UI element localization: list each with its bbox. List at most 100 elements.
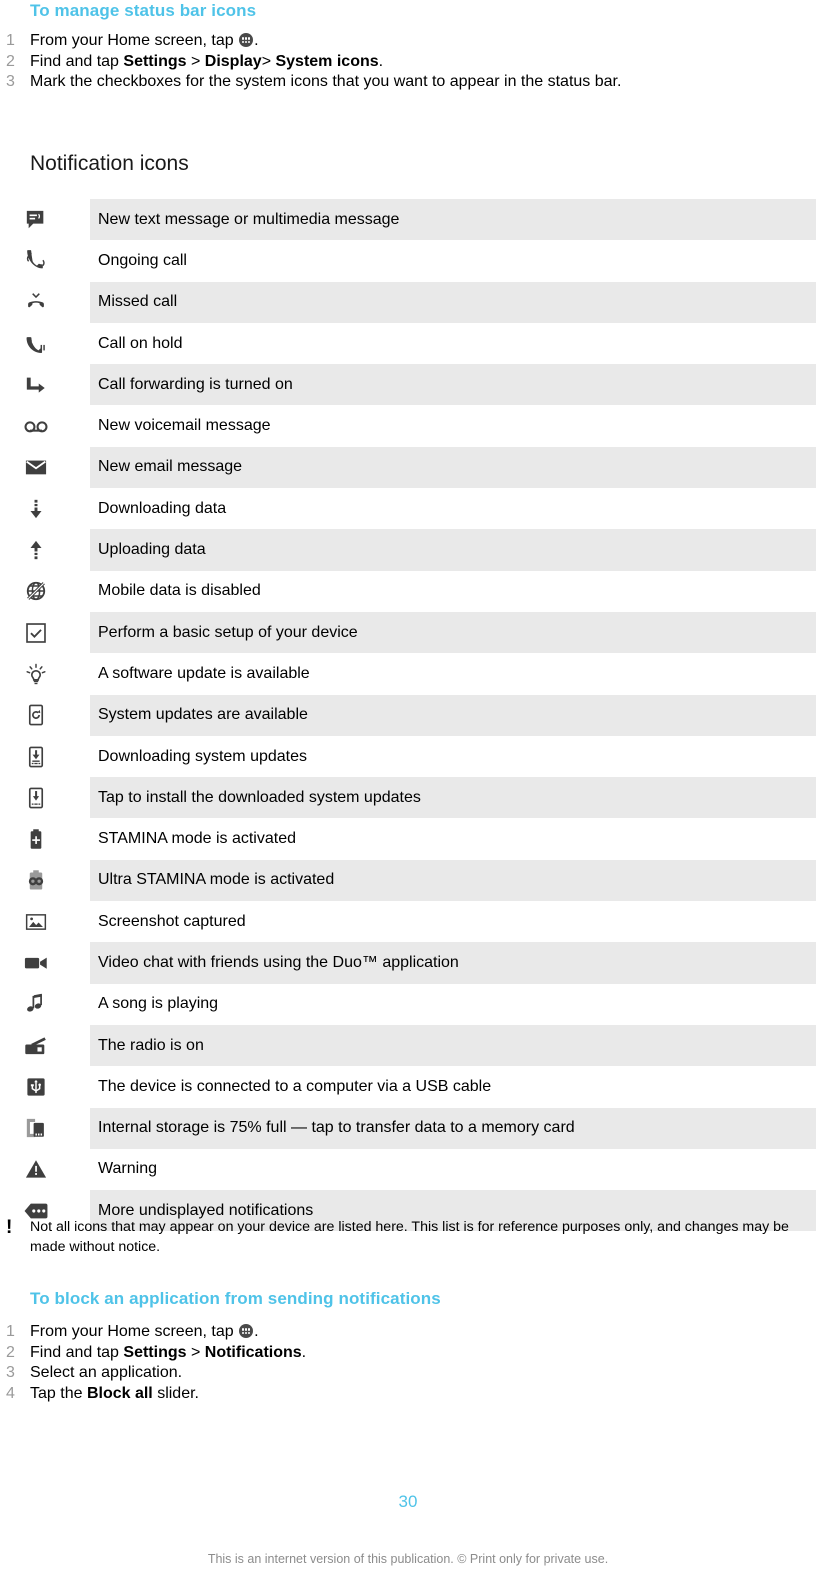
icon-description: Perform a basic setup of your device (98, 623, 358, 641)
call-forwarding-icon (0, 374, 90, 396)
table-row: New text message or multimedia message (0, 199, 816, 241)
upload-arrow-icon (0, 539, 90, 561)
call-on-hold-icon (0, 333, 90, 355)
step-emphasis: Settings (123, 52, 187, 70)
app-drawer-icon (239, 33, 254, 47)
notification-icons-table: New text message or multimedia message On… (0, 199, 816, 1232)
icon-description: Ongoing call (98, 251, 187, 269)
step-emphasis: Settings (123, 1343, 187, 1361)
table-row: Screenshot captured (0, 901, 816, 942)
icon-description: Screenshot captured (98, 912, 246, 930)
step-emphasis: Block all (86, 1384, 153, 1402)
step-emphasis: System icons (275, 52, 379, 70)
table-row: Warning (0, 1149, 816, 1190)
step-number: 2 (6, 1343, 15, 1361)
step-text: Mark the checkboxes for the system icons… (30, 73, 622, 90)
icon-description: Warning (98, 1160, 157, 1178)
table-row: New voicemail message (0, 405, 816, 446)
table-row: The device is connected to a computer vi… (0, 1066, 816, 1107)
page-number: 30 (398, 1492, 418, 1511)
screenshot-image-icon (0, 911, 90, 933)
lightbulb-update-icon (0, 663, 90, 685)
procedure-step: 1 From your Home screen, tap . (0, 31, 780, 52)
icon-description: More undisplayed notifications (98, 1201, 314, 1219)
internal-storage-icon (0, 1117, 90, 1139)
music-note-icon (0, 993, 90, 1015)
table-row: Ongoing call (0, 240, 816, 281)
table-row: Downloading data (0, 488, 816, 529)
icon-description: Downloading system updates (98, 747, 308, 765)
step-number: 3 (6, 73, 15, 90)
table-row: Missed call (0, 281, 816, 323)
icon-description: A song is playing (98, 995, 219, 1013)
table-row: System updates are available (0, 694, 816, 736)
table-row: Call on hold (0, 323, 816, 364)
icon-description: The device is connected to a computer vi… (98, 1077, 492, 1095)
system-update-available-icon (0, 704, 90, 726)
icon-description: System updates are available (98, 706, 308, 724)
step-text: Find and tap Settings > Notifications. (30, 1343, 307, 1361)
row-background (90, 240, 816, 281)
table-row: Uploading data (0, 529, 816, 571)
system-update-install-icon (0, 787, 90, 809)
icon-description: Mobile data is disabled (98, 582, 261, 600)
checkbox-setup-icon (0, 622, 90, 644)
usb-icon (0, 1076, 90, 1098)
row-background (90, 281, 816, 323)
procedure-step: 3 Select an application. (0, 1363, 780, 1384)
procedure-steps-block-application: 1 From your Home screen, tap . 2 Find and t… (0, 1322, 780, 1404)
table-row: A software update is available (0, 653, 816, 694)
section-heading-notification-icons: Notification icons (30, 152, 189, 175)
manual-page: To manage status bar icons 1 From your Ho… (0, 0, 816, 1590)
video-camera-icon (0, 952, 90, 974)
icon-description: The radio is on (98, 1036, 204, 1054)
step-number: 3 (6, 1364, 15, 1381)
icon-description: Tap to install the downloaded system upd… (98, 788, 421, 806)
icon-description: Call forwarding is turned on (98, 375, 293, 393)
system-update-downloading-icon (0, 746, 90, 768)
row-background (90, 1149, 816, 1190)
table-row: Mobile data is disabled (0, 571, 816, 612)
icon-description: New email message (98, 458, 243, 476)
icon-description: Video chat with friends using the Duo™ a… (98, 953, 459, 971)
icon-description: New voicemail message (98, 417, 271, 435)
procedure-heading-block-application: To block an application from sending not… (30, 1289, 441, 1308)
mobile-data-disabled-icon (0, 580, 90, 602)
note-text: Not all icons that may appear on your de… (30, 1219, 789, 1255)
step-text: From your Home screen, tap . (30, 1323, 259, 1340)
more-notifications-icon (0, 1201, 90, 1221)
step-text: From your Home screen, tap . (30, 32, 259, 49)
table-row: STAMINA mode is activated (0, 818, 816, 859)
stamina-battery-icon (0, 828, 90, 850)
table-row: Call forwarding is turned on (0, 364, 816, 406)
message-bubble-icon (0, 209, 90, 231)
ongoing-call-icon (0, 250, 90, 272)
table-row: Video chat with friends using the Duo™ a… (0, 942, 816, 984)
table-row: Tap to install the downloaded system upd… (0, 777, 816, 819)
step-number: 4 (6, 1384, 15, 1402)
table-row: Perform a basic setup of your device (0, 611, 816, 654)
warning-triangle-icon (0, 1158, 90, 1180)
procedure-step: 2 Find and tap Settings > Display> System… (0, 52, 780, 73)
icon-description: A software update is available (98, 664, 310, 682)
step-number: 1 (6, 32, 15, 49)
app-drawer-icon (239, 1324, 254, 1338)
table-row: A song is playing (0, 984, 816, 1025)
table-row: The radio is on (0, 1024, 816, 1067)
step-text: Tap the Block all slider. (30, 1384, 199, 1402)
procedure-step: 1 From your Home screen, tap . (0, 1322, 780, 1343)
footer-disclaimer: This is an internet version of this publ… (207, 1552, 609, 1566)
note-block: ! Not all icons that may appear on your … (0, 1218, 816, 1257)
icon-description: STAMINA mode is activated (98, 830, 296, 848)
table-row: Internal storage is 75% full — tap to tr… (0, 1107, 816, 1149)
table-row: New email message (0, 446, 816, 489)
step-text: Find and tap Settings > Display> System … (30, 52, 384, 70)
icon-description: Internal storage is 75% full — tap to tr… (98, 1119, 575, 1137)
step-text: Select an application. (30, 1364, 183, 1381)
procedure-steps-manage-status-bar-icons: 1 From your Home screen, tap . 2 Find and t… (0, 31, 780, 93)
download-arrow-icon (0, 498, 90, 520)
procedure-step: 2 Find and tap Settings > Notifications. (0, 1343, 780, 1364)
missed-call-icon (0, 291, 90, 313)
icon-description: Missed call (98, 293, 178, 311)
table-row: Ultra STAMINA mode is activated (0, 859, 816, 902)
